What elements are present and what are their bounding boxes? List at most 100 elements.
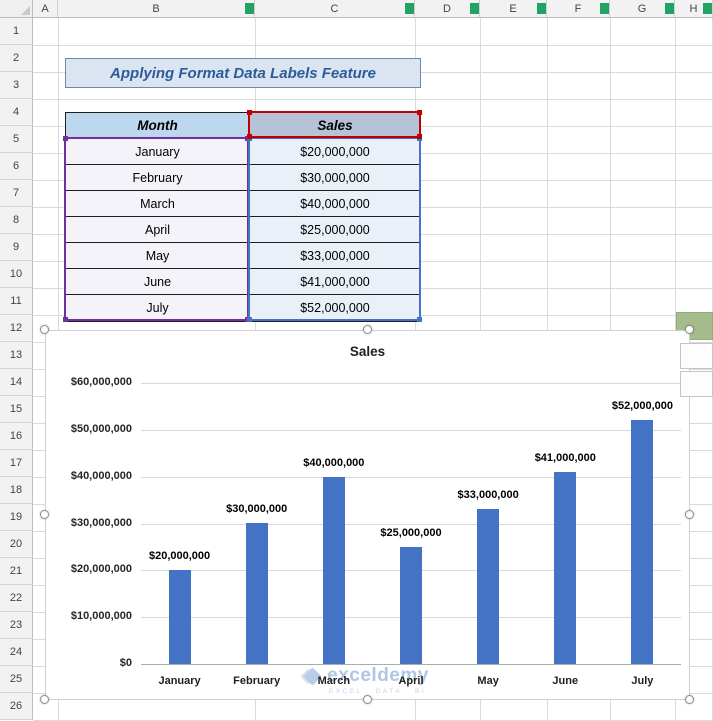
chart-resize-handle[interactable]	[40, 510, 49, 519]
row-header-7[interactable]: 7	[0, 180, 33, 207]
row-header-5[interactable]: 5	[0, 126, 33, 153]
y-axis-label[interactable]: $60,000,000	[46, 376, 132, 388]
bar-march[interactable]	[322, 477, 345, 664]
y-axis-label[interactable]: $20,000,000	[46, 563, 132, 575]
column-headers: ABCDEFGH	[33, 0, 713, 18]
row-header-11[interactable]: 11	[0, 288, 33, 315]
row-header-8[interactable]: 8	[0, 207, 33, 234]
chart-resize-handle[interactable]	[362, 695, 372, 704]
title-banner-text: Applying Format Data Labels Feature	[110, 64, 376, 82]
month-cell[interactable]: January	[66, 139, 250, 164]
sales-chart[interactable]: Sales exceldemy EXCEL · DATA · BI $60,00…	[45, 330, 690, 700]
chart-resize-handle[interactable]	[40, 325, 49, 334]
column-header-b[interactable]: B	[58, 0, 255, 18]
header-accent	[470, 3, 479, 14]
sales-cell[interactable]: $30,000,000	[250, 165, 420, 190]
row-header-24[interactable]: 24	[0, 639, 33, 666]
x-axis-label[interactable]: January	[141, 675, 218, 687]
chart-gridline	[141, 429, 681, 431]
bar-january[interactable]	[168, 570, 191, 664]
data-label[interactable]: $20,000,000	[132, 550, 228, 562]
data-label[interactable]: $25,000,000	[363, 527, 459, 539]
row-header-26[interactable]: 26	[0, 693, 33, 720]
month-cell[interactable]: March	[66, 191, 250, 216]
y-axis-label[interactable]: $40,000,000	[46, 470, 132, 482]
row-header-18[interactable]: 18	[0, 477, 33, 504]
sales-cell[interactable]: $52,000,000	[250, 295, 420, 321]
column-header-e[interactable]: E	[480, 0, 547, 18]
chart-resize-handle[interactable]	[362, 325, 372, 334]
gridline	[33, 99, 713, 100]
month-cell[interactable]: June	[66, 269, 250, 294]
x-axis-label[interactable]: February	[218, 675, 295, 687]
row-header-10[interactable]: 10	[0, 261, 33, 288]
column-header-f[interactable]: F	[547, 0, 610, 18]
sales-cell[interactable]: $33,000,000	[250, 243, 420, 268]
column-header-h[interactable]: H	[675, 0, 713, 18]
row-header-22[interactable]: 22	[0, 585, 33, 612]
row-header-17[interactable]: 17	[0, 450, 33, 477]
chart-resize-handle[interactable]	[40, 695, 49, 704]
chart-resize-handle[interactable]	[685, 325, 694, 334]
table-header-month[interactable]: Month	[66, 113, 250, 138]
month-cell[interactable]: April	[66, 217, 250, 242]
bar-july[interactable]	[631, 420, 654, 664]
bar-april[interactable]	[400, 547, 422, 664]
column-header-a[interactable]: A	[33, 0, 58, 18]
x-axis-label[interactable]: April	[372, 675, 449, 687]
column-header-c[interactable]: C	[255, 0, 415, 18]
month-cell[interactable]: July	[66, 295, 250, 321]
row-header-4[interactable]: 4	[0, 99, 33, 126]
sales-cell[interactable]: $20,000,000	[250, 139, 420, 164]
chart-title[interactable]: Sales	[46, 344, 689, 359]
row-header-2[interactable]: 2	[0, 45, 33, 72]
data-label[interactable]: $41,000,000	[517, 452, 613, 464]
row-header-3[interactable]: 3	[0, 72, 33, 99]
chart-resize-handle[interactable]	[685, 510, 694, 519]
chart-resize-handle[interactable]	[685, 695, 694, 704]
sales-cell[interactable]: $25,000,000	[250, 217, 420, 242]
table-row: June $41,000,000	[66, 269, 420, 295]
row-header-16[interactable]: 16	[0, 423, 33, 450]
table-row: July $52,000,000	[66, 295, 420, 321]
data-label[interactable]: $52,000,000	[594, 400, 690, 412]
data-label[interactable]: $40,000,000	[286, 457, 382, 469]
data-label[interactable]: $33,000,000	[440, 489, 536, 501]
y-axis-label[interactable]: $50,000,000	[46, 423, 132, 435]
sales-cell[interactable]: $41,000,000	[250, 269, 420, 294]
x-axis-label[interactable]: July	[604, 675, 681, 687]
sales-cell[interactable]: $40,000,000	[250, 191, 420, 216]
table-header-sales[interactable]: Sales	[250, 113, 420, 138]
x-axis-label[interactable]: March	[295, 675, 372, 687]
gridline	[33, 45, 713, 46]
watermark-tagline: EXCEL · DATA · BI	[328, 688, 427, 695]
column-header-g[interactable]: G	[610, 0, 675, 18]
column-header-d[interactable]: D	[415, 0, 480, 18]
bar-february[interactable]	[245, 523, 268, 664]
bar-may[interactable]	[477, 509, 500, 664]
bar-june[interactable]	[554, 472, 577, 664]
row-header-14[interactable]: 14	[0, 369, 33, 396]
row-header-19[interactable]: 19	[0, 504, 33, 531]
row-header-13[interactable]: 13	[0, 342, 33, 369]
row-header-15[interactable]: 15	[0, 396, 33, 423]
row-header-20[interactable]: 20	[0, 531, 33, 558]
row-header-21[interactable]: 21	[0, 558, 33, 585]
row-header-12[interactable]: 12	[0, 315, 33, 342]
select-all-corner[interactable]	[0, 0, 33, 18]
x-axis-label[interactable]: June	[527, 675, 604, 687]
x-axis-label[interactable]: May	[450, 675, 527, 687]
row-header-25[interactable]: 25	[0, 666, 33, 693]
row-header-1[interactable]: 1	[0, 18, 33, 45]
month-cell[interactable]: February	[66, 165, 250, 190]
y-axis-label[interactable]: $30,000,000	[46, 517, 132, 529]
data-label[interactable]: $30,000,000	[209, 503, 305, 515]
chart-styles-button[interactable]	[680, 371, 713, 397]
spreadsheet: ABCDEFGH 1 2 3 4 5 6 7 8 9 10 11 12 13 14 15 16 17 18 19 20…	[0, 0, 713, 721]
chart-elements-button[interactable]	[680, 343, 713, 369]
row-header-6[interactable]: 6	[0, 153, 33, 180]
month-cell[interactable]: May	[66, 243, 250, 268]
y-axis-label[interactable]: $10,000,000	[46, 610, 132, 622]
row-header-23[interactable]: 23	[0, 612, 33, 639]
row-header-9[interactable]: 9	[0, 234, 33, 261]
